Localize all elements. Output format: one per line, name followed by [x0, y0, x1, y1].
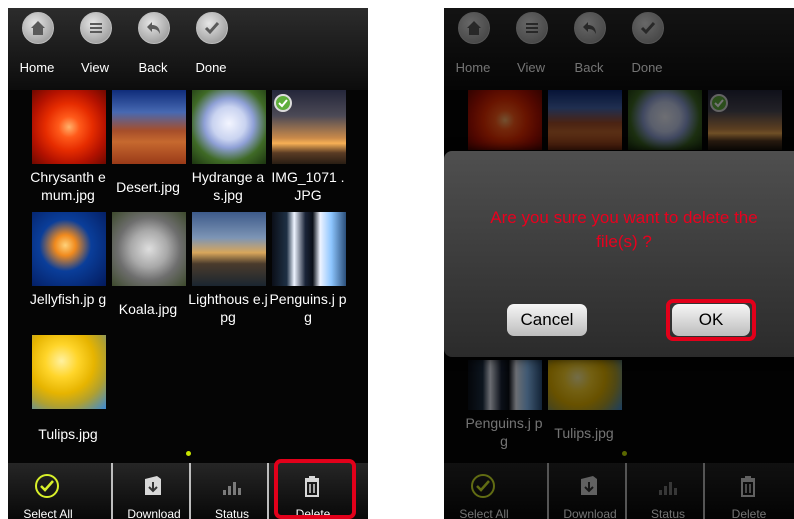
file-tile[interactable]: Penguins.j pg	[268, 212, 348, 332]
done-label: Done	[195, 60, 227, 75]
file-name: Koala.jpg	[118, 301, 178, 317]
file-name: Hydrange as.jpg	[191, 169, 265, 203]
file-name: Jellyfish.jp g	[29, 291, 107, 307]
done-button[interactable]: Done	[182, 12, 238, 84]
file-name: Desert.jpg	[116, 179, 180, 195]
list-icon	[80, 12, 112, 44]
select-all-button[interactable]: Select All	[8, 463, 86, 519]
file-tile[interactable]: IMG_1071 .JPG	[268, 90, 348, 210]
file-name: IMG_1071 .JPG	[271, 169, 345, 203]
thumbnail	[32, 90, 106, 164]
select-all-label: Select All	[23, 507, 73, 519]
thumbnail	[192, 90, 266, 164]
ok-highlight-box	[666, 299, 756, 341]
back-button[interactable]: Back	[124, 12, 180, 84]
delete-highlight-box	[274, 459, 356, 519]
thumbnail	[32, 335, 106, 409]
download-button[interactable]: Download	[114, 463, 192, 519]
status-label: Status	[214, 507, 250, 519]
file-name: Chrysanth emum.jpg	[30, 169, 106, 203]
page-indicator-dot	[186, 451, 191, 456]
top-toolbar: Home View Back Done	[8, 8, 368, 90]
home-label: Home	[19, 60, 55, 75]
file-tile[interactable]: Hydrange as.jpg	[188, 90, 268, 210]
download-label: Download	[127, 507, 181, 519]
file-name: Penguins.j pg	[269, 291, 347, 325]
view-label: View	[81, 60, 109, 75]
file-tile[interactable]: Jellyfish.jp g	[28, 212, 108, 332]
delete-confirmation-screen: Home View Back Done	[444, 8, 794, 519]
view-button[interactable]: View	[66, 12, 122, 84]
toolbar-divider	[189, 463, 191, 519]
dialog-message: Are you sure you want to delete the file…	[490, 208, 758, 251]
file-tile[interactable]: Koala.jpg	[108, 212, 188, 332]
thumbnail	[112, 212, 186, 286]
file-browser-screen: Home View Back Done Chrysanth emum.jpg D…	[8, 8, 368, 519]
toolbar-divider	[111, 463, 113, 519]
file-tile[interactable]: Lighthous e.jpg	[188, 212, 268, 332]
thumbnail	[272, 212, 346, 286]
home-icon	[22, 12, 54, 44]
file-name: Tulips.jpg	[38, 426, 98, 442]
bar-chart-icon	[223, 482, 241, 495]
selected-check-icon	[274, 94, 292, 112]
back-arrow-icon	[138, 12, 170, 44]
download-icon	[145, 476, 161, 495]
home-button[interactable]: Home	[8, 12, 64, 84]
thumbnail	[32, 212, 106, 286]
file-name: Lighthous e.jpg	[188, 291, 268, 325]
back-label: Back	[138, 60, 168, 75]
thumbnail	[112, 90, 186, 164]
file-tile[interactable]: Tulips.jpg	[28, 335, 108, 445]
file-tile[interactable]: Desert.jpg	[108, 90, 188, 210]
checkmark-icon	[196, 12, 228, 44]
cancel-button[interactable]: Cancel	[507, 304, 587, 336]
status-button[interactable]: Status	[192, 463, 270, 519]
file-tile[interactable]: Chrysanth emum.jpg	[28, 90, 108, 210]
check-circle-icon	[35, 474, 59, 498]
thumbnail	[192, 212, 266, 286]
toolbar-divider	[267, 463, 269, 519]
